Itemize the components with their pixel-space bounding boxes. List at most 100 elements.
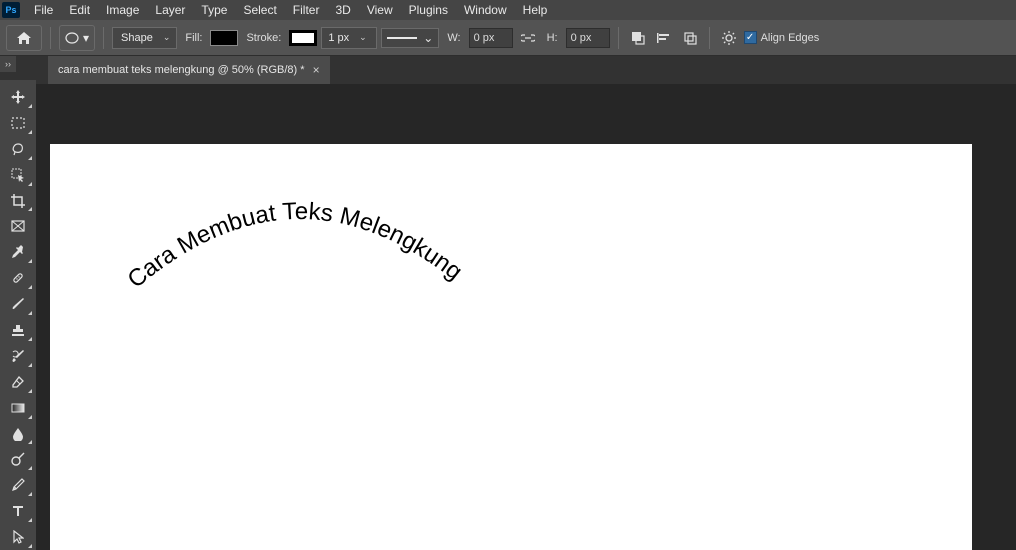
stroke-width-value: 1 px xyxy=(328,32,349,44)
gradient-tool[interactable] xyxy=(3,396,33,420)
tool-mode-select[interactable]: Shape ⌄ xyxy=(112,27,177,49)
divider xyxy=(103,27,104,49)
tool-palette xyxy=(0,80,36,550)
eraser-tool[interactable] xyxy=(3,370,33,394)
menu-view[interactable]: View xyxy=(359,1,401,19)
droplet-icon xyxy=(12,427,24,441)
menu-window[interactable]: Window xyxy=(456,1,515,19)
fill-label: Fill: xyxy=(181,32,206,44)
brush-icon xyxy=(11,297,25,311)
width-value: 0 px xyxy=(474,32,495,44)
align-icon xyxy=(657,31,671,45)
dodge-tool[interactable] xyxy=(3,447,33,471)
menu-plugins[interactable]: Plugins xyxy=(401,1,456,19)
marquee-tool[interactable] xyxy=(3,111,33,135)
arrow-cursor-icon xyxy=(12,530,24,544)
tool-mode-label: Shape xyxy=(121,32,153,44)
stroke-style-line-icon xyxy=(387,37,417,39)
document-canvas[interactable]: Cara Membuat Teks Melengkung xyxy=(50,144,972,550)
chevron-down-icon: ⌄ xyxy=(359,32,367,43)
bandage-icon xyxy=(11,271,25,285)
stroke-swatch[interactable] xyxy=(289,30,317,46)
lasso-tool[interactable] xyxy=(3,137,33,161)
pen-icon xyxy=(11,478,25,492)
path-operations-button[interactable] xyxy=(627,27,649,49)
marquee-icon xyxy=(11,117,25,129)
svg-text:Cara Membuat Teks Melengkung: Cara Membuat Teks Melengkung xyxy=(123,198,468,294)
frame-tool[interactable] xyxy=(3,214,33,238)
stamp-icon xyxy=(11,323,25,337)
stroke-width-select[interactable]: 1 px ⌄ xyxy=(321,27,377,49)
shape-tool-picker[interactable]: ▾ xyxy=(59,25,95,51)
menu-bar: Ps File Edit Image Layer Type Select Fil… xyxy=(0,0,1016,20)
divider xyxy=(50,27,51,49)
menu-edit[interactable]: Edit xyxy=(61,1,98,19)
chevron-down-icon: ⌄ xyxy=(163,32,171,43)
path-operations-icon xyxy=(631,31,645,45)
menu-3d[interactable]: 3D xyxy=(327,1,358,19)
height-value: 0 px xyxy=(571,32,592,44)
history-brush-tool[interactable] xyxy=(3,344,33,368)
additional-options-button[interactable] xyxy=(718,27,740,49)
workspace: Cara Membuat Teks Melengkung xyxy=(36,84,1016,550)
stroke-style-select[interactable]: ⌄ xyxy=(381,28,439,48)
eraser-icon xyxy=(11,375,25,389)
object-selection-tool[interactable] xyxy=(3,163,33,187)
healing-brush-tool[interactable] xyxy=(3,266,33,290)
ellipse-icon xyxy=(65,32,79,44)
checkbox-checked-icon: ✓ xyxy=(744,31,757,44)
path-arrangement-button[interactable] xyxy=(679,27,701,49)
fill-swatch[interactable] xyxy=(210,30,238,46)
crop-tool[interactable] xyxy=(3,189,33,213)
link-wh-button[interactable] xyxy=(517,27,539,49)
clone-stamp-tool[interactable] xyxy=(3,318,33,342)
height-field[interactable]: 0 px xyxy=(566,28,610,48)
move-icon xyxy=(11,90,25,104)
align-edges-label: Align Edges xyxy=(761,32,824,44)
blur-tool[interactable] xyxy=(3,422,33,446)
close-icon[interactable]: × xyxy=(313,63,320,77)
stroke-label: Stroke: xyxy=(242,32,285,44)
home-icon xyxy=(16,31,32,45)
crop-icon xyxy=(11,194,25,208)
path-alignment-button[interactable] xyxy=(653,27,675,49)
brush-tool[interactable] xyxy=(3,292,33,316)
history-brush-icon xyxy=(11,349,25,363)
menu-help[interactable]: Help xyxy=(515,1,556,19)
chevron-down-icon: ▾ xyxy=(83,31,89,45)
menu-image[interactable]: Image xyxy=(98,1,147,19)
curved-text-content: Cara Membuat Teks Melengkung xyxy=(123,198,468,294)
home-button[interactable] xyxy=(6,25,42,51)
menu-select[interactable]: Select xyxy=(235,1,284,19)
panel-collapse-toggle[interactable]: ›› xyxy=(0,56,16,72)
divider xyxy=(709,27,710,49)
chevron-down-icon: ⌄ xyxy=(423,31,433,45)
type-tool[interactable] xyxy=(3,499,33,523)
frame-icon xyxy=(11,220,25,232)
menu-filter[interactable]: Filter xyxy=(285,1,328,19)
path-selection-tool[interactable] xyxy=(3,525,33,549)
document-tab-title: cara membuat teks melengkung @ 50% (RGB/… xyxy=(58,64,305,76)
menu-layer[interactable]: Layer xyxy=(147,1,193,19)
type-icon xyxy=(12,505,24,517)
move-tool[interactable] xyxy=(3,85,33,109)
height-label: H: xyxy=(543,32,562,44)
document-tab[interactable]: cara membuat teks melengkung @ 50% (RGB/… xyxy=(48,56,330,84)
gear-icon xyxy=(722,31,736,45)
menu-file[interactable]: File xyxy=(26,1,61,19)
double-chevron-right-icon: ›› xyxy=(5,59,11,69)
options-bar: ▾ Shape ⌄ Fill: Stroke: 1 px ⌄ ⌄ W: 0 px… xyxy=(0,20,1016,56)
gradient-icon xyxy=(11,402,25,414)
eyedropper-icon xyxy=(11,245,25,259)
pen-tool[interactable] xyxy=(3,473,33,497)
eyedropper-tool[interactable] xyxy=(3,240,33,264)
align-edges-checkbox[interactable]: ✓ Align Edges xyxy=(744,31,824,44)
divider xyxy=(618,27,619,49)
lasso-icon xyxy=(11,142,25,156)
menu-type[interactable]: Type xyxy=(193,1,235,19)
curved-text: Cara Membuat Teks Melengkung xyxy=(100,164,500,324)
width-label: W: xyxy=(443,32,464,44)
link-icon xyxy=(521,32,535,44)
document-tab-bar: cara membuat teks melengkung @ 50% (RGB/… xyxy=(48,56,1016,84)
width-field[interactable]: 0 px xyxy=(469,28,513,48)
